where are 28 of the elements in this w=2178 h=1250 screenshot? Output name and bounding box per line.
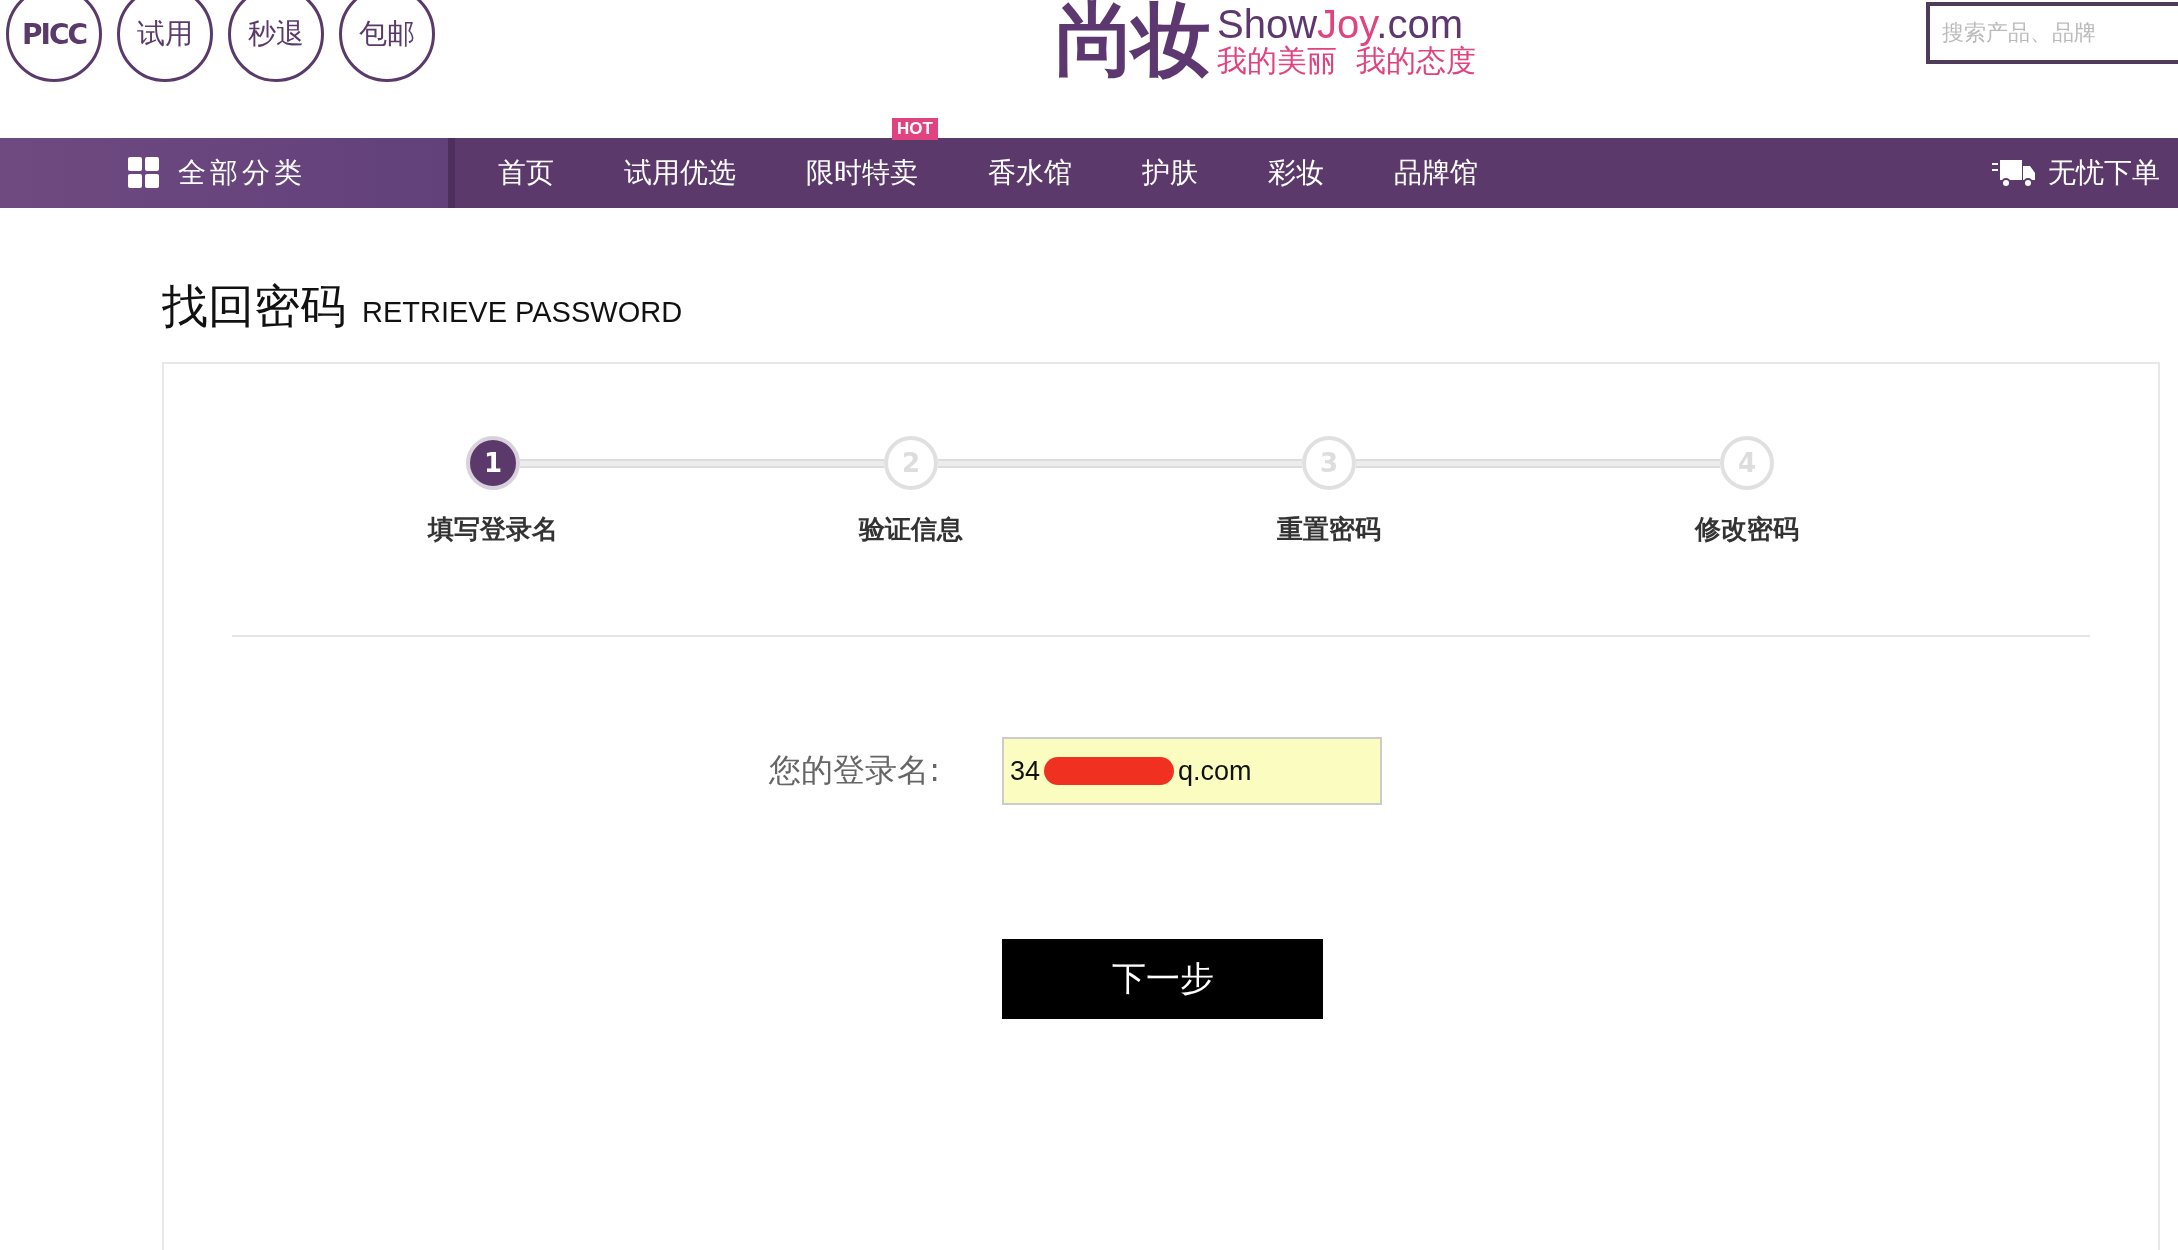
- badge-icon: 试用: [117, 0, 213, 82]
- nav-link[interactable]: 限时特卖: [806, 156, 918, 189]
- step-label: 修改密码: [1695, 513, 1799, 546]
- logo-mark: 尚妆: [1054, 0, 1207, 80]
- service-link[interactable]: 无忧下单: [2048, 154, 2160, 192]
- nav-link[interactable]: 彩妆: [1268, 156, 1324, 189]
- step-number: 1: [466, 436, 520, 490]
- nav-link[interactable]: 首页: [498, 156, 554, 189]
- field-label: 您的登录名:: [768, 750, 941, 791]
- badge-icon: PICC: [6, 0, 102, 82]
- step-label: 重置密码: [1277, 513, 1381, 546]
- input-field[interactable]: 34 q.com: [1002, 737, 1382, 805]
- truck-icon: [1992, 158, 2036, 188]
- step-label: 填写登录名: [428, 513, 558, 546]
- badge-icon: 包邮: [339, 0, 435, 82]
- nav-link[interactable]: 品牌馆: [1394, 156, 1478, 189]
- step-label: 验证信息: [859, 513, 963, 546]
- nav-link[interactable]: 护肤: [1142, 156, 1198, 189]
- badge-icon: 秒退: [228, 0, 324, 82]
- category-menu[interactable]: 全部分类: [178, 154, 306, 192]
- grid-icon: [128, 157, 160, 189]
- site-name: ShowJoy.com: [1216, 3, 1463, 44]
- page-subtitle: RETRIEVE PASSWORD: [362, 296, 683, 329]
- next-button[interactable]: 下一步: [1002, 939, 1323, 1019]
- hot-badge: HOT: [892, 118, 938, 140]
- nav-link[interactable]: 试用优选: [624, 156, 736, 189]
- page-title: 找回密码: [162, 278, 346, 335]
- nav-link[interactable]: 香水馆: [988, 156, 1072, 189]
